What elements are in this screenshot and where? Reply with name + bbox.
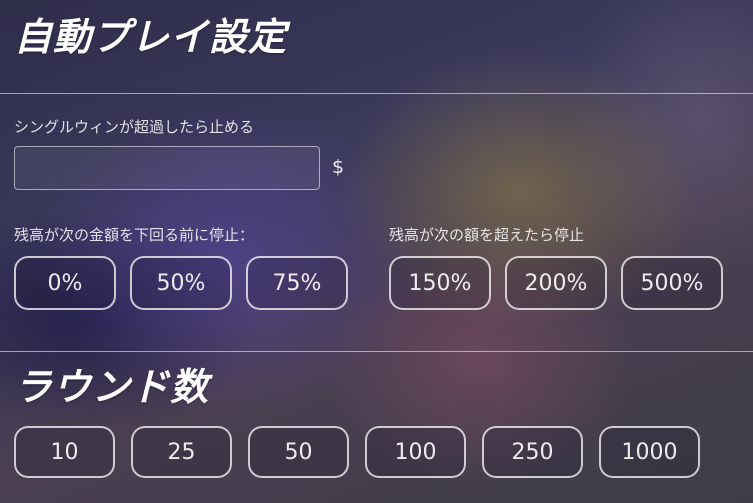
rounds-10-button[interactable]: 10 <box>14 426 115 478</box>
balance-below-label: 残高が次の金額を下回る前に停止： <box>14 226 255 244</box>
balance-above-label: 残高が次の額を超えたら停止 <box>389 226 585 244</box>
rounds-250-button[interactable]: 250 <box>482 426 583 478</box>
single-win-input[interactable] <box>14 146 320 190</box>
currency-symbol: $ <box>332 156 345 178</box>
balance-above-options: 150% 200% 500% <box>389 256 723 310</box>
rounds-25-button[interactable]: 25 <box>131 426 232 478</box>
rounds-100-button[interactable]: 100 <box>365 426 466 478</box>
balance-below-0-button[interactable]: 0% <box>14 256 116 310</box>
balance-below-options: 0% 50% 75% <box>14 256 348 310</box>
balance-above-200-button[interactable]: 200% <box>505 256 607 310</box>
rounds-options: 10 25 50 100 250 1000 <box>14 426 700 478</box>
divider <box>0 93 753 94</box>
balance-above-500-button[interactable]: 500% <box>621 256 723 310</box>
rounds-title: ラウンド数 <box>14 365 210 409</box>
balance-below-75-button[interactable]: 75% <box>246 256 348 310</box>
divider <box>0 351 753 352</box>
page-title: 自動プレイ設定 <box>14 15 288 59</box>
rounds-50-button[interactable]: 50 <box>248 426 349 478</box>
balance-below-50-button[interactable]: 50% <box>130 256 232 310</box>
rounds-1000-button[interactable]: 1000 <box>599 426 700 478</box>
single-win-label: シングルウィンが超過したら止める <box>14 118 255 136</box>
balance-above-150-button[interactable]: 150% <box>389 256 491 310</box>
